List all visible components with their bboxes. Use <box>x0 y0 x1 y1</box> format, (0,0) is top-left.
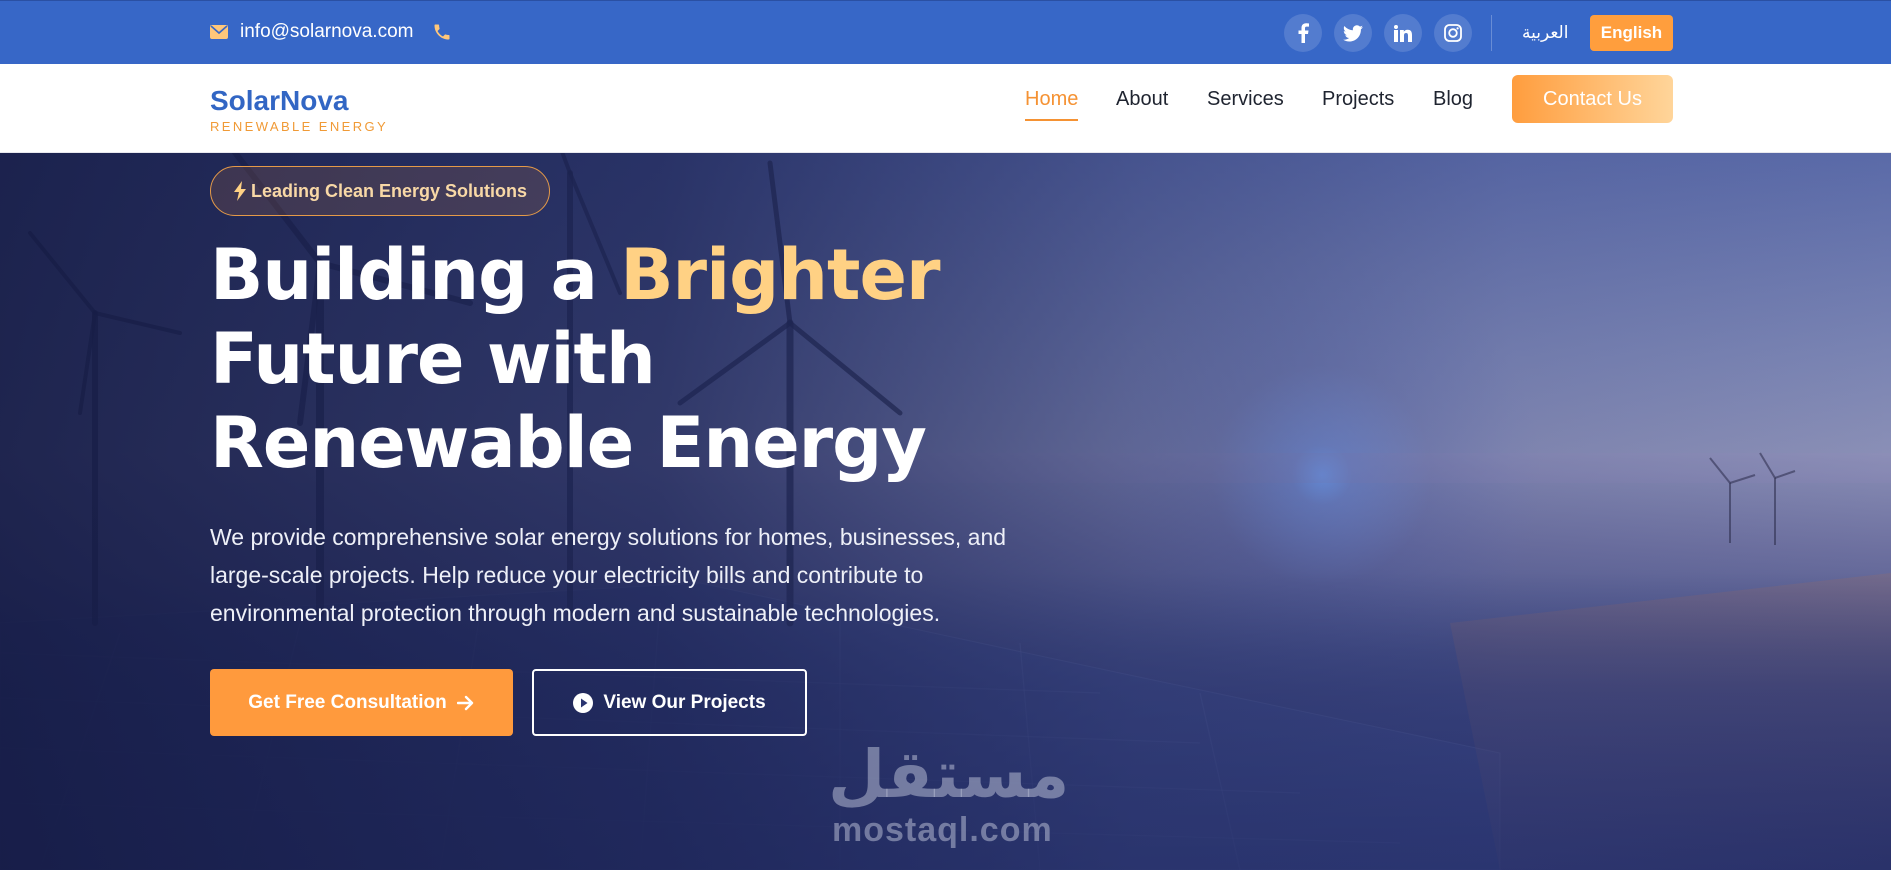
nav-link-home[interactable]: Home <box>1025 88 1078 111</box>
main-navbar: SolarNova RENEWABLE ENERGY Home About Se… <box>0 64 1891 153</box>
topbar-divider <box>1491 15 1492 51</box>
primary-button-label: Get Free Consultation <box>248 691 447 713</box>
headline-line2: Future with <box>210 318 656 400</box>
headline-part1: Building a <box>210 234 621 316</box>
view-our-projects-button[interactable]: View Our Projects <box>532 669 807 736</box>
facebook-icon[interactable] <box>1284 14 1322 52</box>
hero-badge: Leading Clean Energy Solutions <box>210 166 550 216</box>
logo-tagline: RENEWABLE ENERGY <box>210 119 389 134</box>
play-circle-icon <box>573 692 594 713</box>
email-contact[interactable]: info@solarnova.com <box>210 21 413 43</box>
hero-badge-text: Leading Clean Energy Solutions <box>250 180 528 201</box>
linkedin-icon[interactable] <box>1384 14 1422 52</box>
envelope-icon <box>210 25 228 39</box>
instagram-icon[interactable] <box>1434 14 1472 52</box>
secondary-button-label: View Our Projects <box>603 691 766 713</box>
contact-us-button[interactable]: Contact Us <box>1512 75 1673 123</box>
logo-name[interactable]: SolarNova <box>210 85 349 117</box>
arrow-right-icon <box>456 695 473 710</box>
hero-section: Leading Clean Energy Solutions Building … <box>0 153 1891 870</box>
get-free-consultation-button[interactable]: Get Free Consultation <box>210 669 513 736</box>
language-english[interactable]: English <box>1590 15 1673 51</box>
lightning-icon <box>233 181 246 201</box>
headline-line3: Renewable Energy <box>210 402 927 484</box>
watermark-latin: mostaql.com <box>832 811 1053 849</box>
hero-headline: Building a Brighter Future with Renewabl… <box>210 233 1110 485</box>
hero-description: We provide comprehensive solar energy so… <box>210 524 1007 626</box>
email-text: info@solarnova.com <box>240 21 414 42</box>
nav-link-blog[interactable]: Blog <box>1433 88 1473 111</box>
phone-icon[interactable] <box>432 22 452 47</box>
nav-link-services[interactable]: Services <box>1207 88 1284 111</box>
watermark-arabic: مستقل <box>828 736 1070 813</box>
twitter-icon[interactable] <box>1334 14 1372 52</box>
top-bar: info@solarnova.com العربية English <box>0 0 1891 64</box>
headline-accent: Brighter <box>620 234 940 316</box>
nav-active-underline <box>1025 119 1078 121</box>
language-arabic[interactable]: العربية <box>1522 23 1568 43</box>
nav-link-projects[interactable]: Projects <box>1322 88 1394 111</box>
nav-link-about[interactable]: About <box>1116 88 1168 111</box>
